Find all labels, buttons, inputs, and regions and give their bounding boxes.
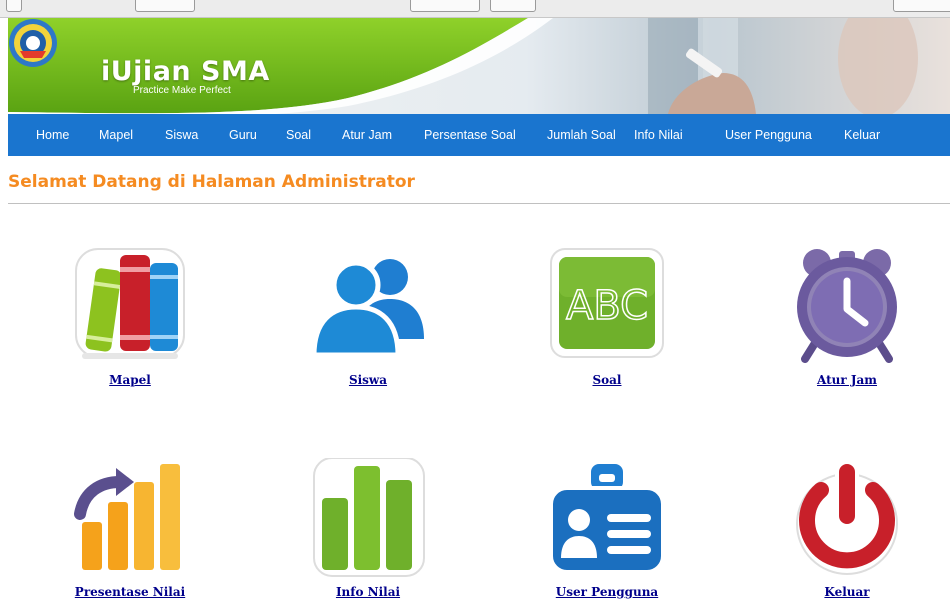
tile-siswa[interactable]: Siswa bbox=[278, 243, 458, 393]
chalkboard-abc-icon[interactable]: ABC bbox=[547, 243, 667, 363]
divider bbox=[8, 203, 950, 204]
nav-item-jumlah-soal[interactable]: Jumlah Soal bbox=[547, 114, 616, 156]
tile-mapel[interactable]: Mapel bbox=[40, 243, 220, 393]
alarm-clock-icon[interactable] bbox=[787, 243, 907, 363]
tile-label-mapel[interactable]: Mapel bbox=[40, 373, 220, 387]
nav-item-siswa[interactable]: Siswa bbox=[165, 114, 198, 156]
nav-item-mapel[interactable]: Mapel bbox=[99, 114, 133, 156]
nav-item-guru[interactable]: Guru bbox=[229, 114, 257, 156]
users-icon[interactable] bbox=[308, 243, 428, 363]
header-banner: iUjian SMA Practice Make Perfect bbox=[8, 18, 950, 114]
growth-chart-icon[interactable] bbox=[70, 458, 190, 578]
toolbar-control[interactable] bbox=[410, 0, 480, 12]
abc-text: ABC bbox=[566, 283, 648, 329]
bar-chart-icon[interactable] bbox=[308, 458, 428, 578]
tile-label-keluar[interactable]: Keluar bbox=[757, 585, 937, 599]
tile-presentase-nilai[interactable]: Presentase Nilai bbox=[40, 458, 220, 599]
toolbar-control[interactable] bbox=[135, 0, 195, 12]
emblem-icon bbox=[9, 19, 57, 67]
tile-label-presentase-nilai[interactable]: Presentase Nilai bbox=[40, 585, 220, 599]
power-icon[interactable] bbox=[787, 458, 907, 578]
nav-item-home[interactable]: Home bbox=[36, 114, 69, 156]
tile-label-user-pengguna[interactable]: User Pengguna bbox=[517, 585, 697, 599]
tile-atur-jam[interactable]: Atur Jam bbox=[757, 243, 937, 393]
tile-label-siswa[interactable]: Siswa bbox=[278, 373, 458, 387]
tile-label-soal[interactable]: Soal bbox=[517, 373, 697, 387]
brand-tagline: Practice Make Perfect bbox=[133, 85, 231, 96]
tile-user-pengguna[interactable]: User Pengguna bbox=[517, 458, 697, 599]
brand-title: iUjian SMA bbox=[101, 56, 270, 87]
id-badge-icon[interactable] bbox=[547, 458, 667, 578]
main-nav: Home Mapel Siswa Guru Soal Atur Jam Pers… bbox=[8, 114, 950, 156]
tile-soal[interactable]: ABC Soal bbox=[517, 243, 697, 393]
nav-item-persentase-soal[interactable]: Persentase Soal bbox=[424, 114, 516, 156]
tile-label-info-nilai[interactable]: Info Nilai bbox=[278, 585, 458, 599]
tile-info-nilai[interactable]: Info Nilai bbox=[278, 458, 458, 599]
toolbar-control[interactable] bbox=[893, 0, 950, 12]
nav-item-atur-jam[interactable]: Atur Jam bbox=[342, 114, 392, 156]
nav-item-keluar[interactable]: Keluar bbox=[844, 114, 880, 156]
toolbar-control[interactable] bbox=[490, 0, 536, 12]
nav-item-info-nilai[interactable]: Info Nilai bbox=[634, 114, 683, 156]
tile-label-atur-jam[interactable]: Atur Jam bbox=[757, 373, 937, 387]
toolbar-control[interactable] bbox=[6, 0, 22, 12]
page-title: Selamat Datang di Halaman Administrator bbox=[8, 172, 415, 192]
nav-item-user-pengguna[interactable]: User Pengguna bbox=[725, 114, 812, 156]
books-icon[interactable] bbox=[70, 243, 190, 363]
browser-toolbar bbox=[0, 0, 950, 18]
tile-keluar[interactable]: Keluar bbox=[757, 458, 937, 599]
nav-item-soal[interactable]: Soal bbox=[286, 114, 311, 156]
